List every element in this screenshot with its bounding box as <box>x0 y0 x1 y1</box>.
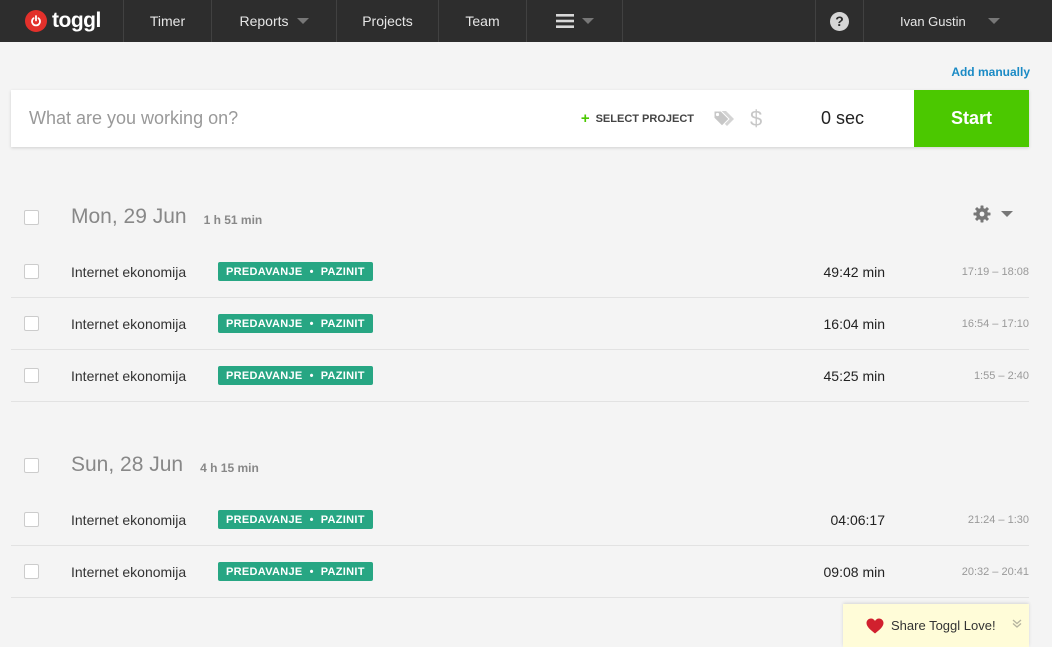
separator-dot: • <box>309 369 314 382</box>
collapse-chevron-icon[interactable] <box>1012 618 1022 631</box>
project-badge[interactable]: PREDAVANJE • PAZINIT <box>218 262 373 281</box>
entry-time-range[interactable]: 21:24 – 1:30 <box>968 514 1029 526</box>
day-select-checkbox[interactable] <box>24 457 39 473</box>
description-input[interactable] <box>11 90 581 147</box>
chevron-down-icon <box>1001 211 1013 217</box>
entry-checkbox[interactable] <box>24 316 39 331</box>
hamburger-icon <box>555 14 574 28</box>
user-name: Ivan Gustin <box>900 13 966 29</box>
separator-dot: • <box>309 265 314 278</box>
client-name: PAZINIT <box>320 265 365 278</box>
day-total: 1 h 51 min <box>203 212 263 227</box>
entry-description[interactable]: Internet ekonomija <box>71 512 218 528</box>
tag-button[interactable] <box>712 109 736 129</box>
billable-button[interactable]: $ <box>750 106 774 132</box>
chevron-down-icon <box>581 18 594 24</box>
entry-checkbox[interactable] <box>24 564 39 579</box>
entry-duration[interactable]: 45:25 min <box>824 368 885 384</box>
entry-description[interactable]: Internet ekonomija <box>71 564 218 580</box>
entry-description[interactable]: Internet ekonomija <box>71 368 218 384</box>
time-entry-row[interactable]: Internet ekonomija PREDAVANJE • PAZINIT 04… <box>11 494 1029 546</box>
project-badge[interactable]: PREDAVANJE • PAZINIT <box>218 366 373 385</box>
plus-icon: + <box>580 110 590 127</box>
project-name: PREDAVANJE <box>226 513 303 526</box>
nav-projects[interactable]: Projects <box>337 0 439 42</box>
user-menu[interactable]: Ivan Gustin <box>864 0 1052 42</box>
entry-time-range[interactable]: 17:19 – 18:08 <box>962 266 1029 278</box>
gear-icon <box>973 205 991 223</box>
time-entry-row[interactable]: Internet ekonomija PREDAVANJE • PAZINIT 49… <box>11 246 1029 298</box>
entry-description[interactable]: Internet ekonomija <box>71 316 218 332</box>
client-name: PAZINIT <box>320 565 365 578</box>
nav-timer[interactable]: Timer <box>124 0 212 42</box>
entry-checkbox[interactable] <box>24 368 39 383</box>
project-badge[interactable]: PREDAVANJE • PAZINIT <box>218 562 373 581</box>
nav-reports[interactable]: Reports <box>212 0 337 42</box>
project-badge[interactable]: PREDAVANJE • PAZINIT <box>218 314 373 333</box>
nav-spacer <box>623 0 816 42</box>
separator-dot: • <box>309 513 314 526</box>
chevron-down-icon <box>987 18 1000 24</box>
dollar-icon: $ <box>750 105 763 131</box>
project-name: PREDAVANJE <box>226 565 303 578</box>
timer-bar: + SELECT PROJECT $ 0 sec Start <box>11 90 1029 147</box>
separator-dot: • <box>309 565 314 578</box>
nav-more-menu[interactable] <box>527 0 623 42</box>
share-love-widget[interactable]: Share Toggl Love! <box>843 604 1029 647</box>
tag-icon <box>713 110 734 127</box>
entry-description[interactable]: Internet ekonomija <box>71 264 218 280</box>
entry-checkbox[interactable] <box>24 264 39 279</box>
nav-projects-label: Projects <box>362 13 413 29</box>
time-entry-row[interactable]: Internet ekonomija PREDAVANJE • PAZINIT 09… <box>11 546 1029 598</box>
entry-time-range[interactable]: 1:55 – 2:40 <box>974 370 1029 382</box>
help-icon: ? <box>830 11 849 31</box>
client-name: PAZINIT <box>320 513 365 526</box>
day-title: Mon, 29 Jun <box>71 205 187 228</box>
day-select-checkbox[interactable] <box>24 209 39 225</box>
entry-time-range[interactable]: 20:32 – 20:41 <box>962 566 1029 578</box>
help-button[interactable]: ? <box>816 0 864 42</box>
entry-duration[interactable]: 16:04 min <box>824 316 885 332</box>
logo[interactable]: toggl <box>0 0 124 42</box>
entry-duration[interactable]: 49:42 min <box>824 264 885 280</box>
entry-duration[interactable]: 09:08 min <box>824 564 885 580</box>
timer-duration[interactable]: 0 sec <box>774 108 914 129</box>
day-header: Mon, 29 Jun 1 h 51 min <box>11 189 1029 245</box>
share-label: Share Toggl Love! <box>891 618 996 633</box>
nav-reports-label: Reports <box>239 13 289 29</box>
client-name: PAZINIT <box>320 317 365 330</box>
power-icon <box>25 10 47 32</box>
day-title: Sun, 28 Jun <box>71 453 184 476</box>
top-nav: toggl Timer Reports Projects Team ? Ivan… <box>0 0 1052 42</box>
nav-team[interactable]: Team <box>439 0 527 42</box>
project-name: PREDAVANJE <box>226 317 303 330</box>
start-button[interactable]: Start <box>914 90 1029 147</box>
select-project-button[interactable]: + SELECT PROJECT <box>581 110 694 127</box>
entry-duration[interactable]: 04:06:17 <box>831 512 886 528</box>
client-name: PAZINIT <box>320 369 365 382</box>
day-header: Sun, 28 Jun 4 h 15 min <box>11 437 1029 493</box>
separator-dot: • <box>309 317 314 330</box>
nav-team-label: Team <box>465 13 500 29</box>
chevron-down-icon <box>296 18 309 24</box>
project-badge[interactable]: PREDAVANJE • PAZINIT <box>218 510 373 529</box>
add-manually-link[interactable]: Add manually <box>951 65 1030 79</box>
time-entry-row[interactable]: Internet ekonomija PREDAVANJE • PAZINIT 16… <box>11 298 1029 350</box>
logo-text: toggl <box>52 9 101 32</box>
nav-timer-label: Timer <box>149 13 186 29</box>
project-name: PREDAVANJE <box>226 265 303 278</box>
select-project-label: SELECT PROJECT <box>595 112 694 125</box>
time-entry-row[interactable]: Internet ekonomija PREDAVANJE • PAZINIT 45… <box>11 350 1029 402</box>
day-total: 4 h 15 min <box>200 460 259 475</box>
entry-time-range[interactable]: 16:54 – 17:10 <box>962 318 1029 330</box>
heart-icon <box>866 618 884 634</box>
bulk-edit-menu[interactable] <box>973 205 1013 223</box>
project-name: PREDAVANJE <box>226 369 303 382</box>
entry-checkbox[interactable] <box>24 512 39 527</box>
